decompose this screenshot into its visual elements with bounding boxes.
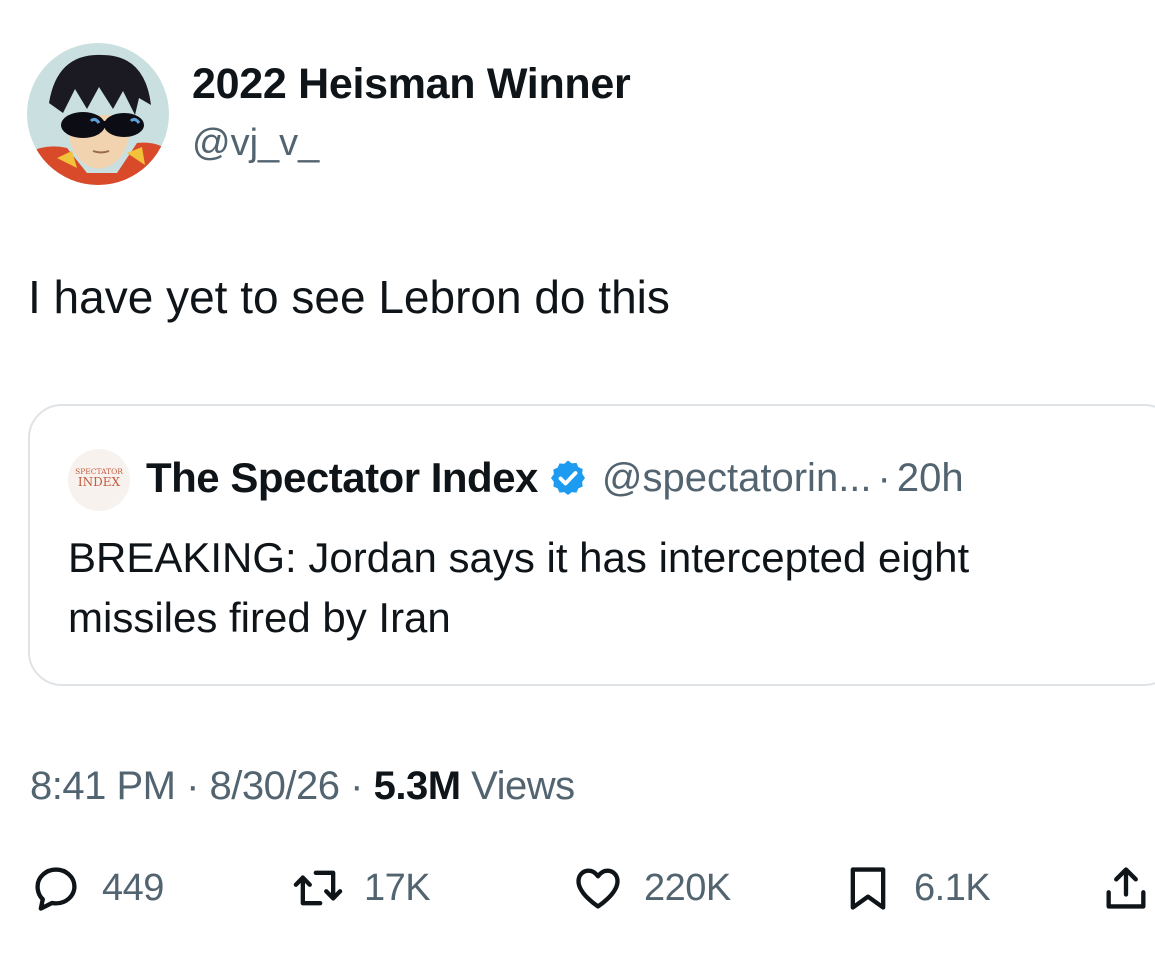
spectator-index-logo-icon: SPECTATOR INDEX — [68, 449, 130, 511]
bookmark-icon — [850, 867, 886, 910]
views-count: 5.3M — [373, 764, 461, 808]
like-count: 220K — [644, 866, 731, 909]
retweet-count: 17K — [364, 866, 431, 909]
tweet-time[interactable]: 8:41 PM — [30, 764, 176, 808]
quoted-tweet-time[interactable]: 20h — [897, 456, 964, 501]
share-icon — [1106, 867, 1146, 909]
bookmark-button[interactable]: 6.1K — [842, 858, 991, 918]
reply-button[interactable]: 449 — [30, 858, 164, 918]
retweet-button[interactable]: 17K — [292, 858, 431, 918]
quoted-tweet-text: BREAKING: Jordan says it has intercepted… — [68, 534, 970, 641]
retweet-icon — [293, 870, 343, 906]
views-label: Views — [471, 764, 575, 808]
tweet-text: I have yet to see Lebron do this — [28, 271, 670, 323]
verified-badge-icon — [550, 460, 585, 495]
separator-dot: · — [186, 764, 199, 808]
bookmark-count: 6.1K — [914, 866, 991, 909]
like-button[interactable]: 220K — [572, 858, 731, 918]
author-display-name[interactable]: 2022 Heisman Winner — [192, 60, 631, 109]
tweet-metadata: 8:41 PM · 8/30/26 · 5.3M Views — [30, 764, 575, 809]
quoted-tweet-header: The Spectator Index @spectatorin... · 20… — [146, 452, 964, 504]
heart-icon — [576, 868, 620, 909]
separator-dot: · — [350, 764, 363, 808]
tweet-date[interactable]: 8/30/26 — [210, 764, 340, 808]
author-avatar[interactable] — [27, 43, 169, 185]
logo-text-line2: INDEX — [78, 475, 121, 489]
share-button[interactable] — [1100, 858, 1152, 918]
anime-avatar-icon — [27, 43, 169, 185]
reply-icon — [35, 867, 77, 911]
quoted-author-name[interactable]: The Spectator Index — [146, 454, 538, 502]
quoted-author-handle[interactable]: @spectatorin... — [602, 456, 872, 501]
author-handle[interactable]: @vj_v_ — [192, 122, 319, 165]
quoted-author-avatar[interactable]: SPECTATOR INDEX — [68, 449, 130, 511]
separator-dot: · — [877, 455, 891, 500]
reply-count: 449 — [102, 866, 164, 909]
